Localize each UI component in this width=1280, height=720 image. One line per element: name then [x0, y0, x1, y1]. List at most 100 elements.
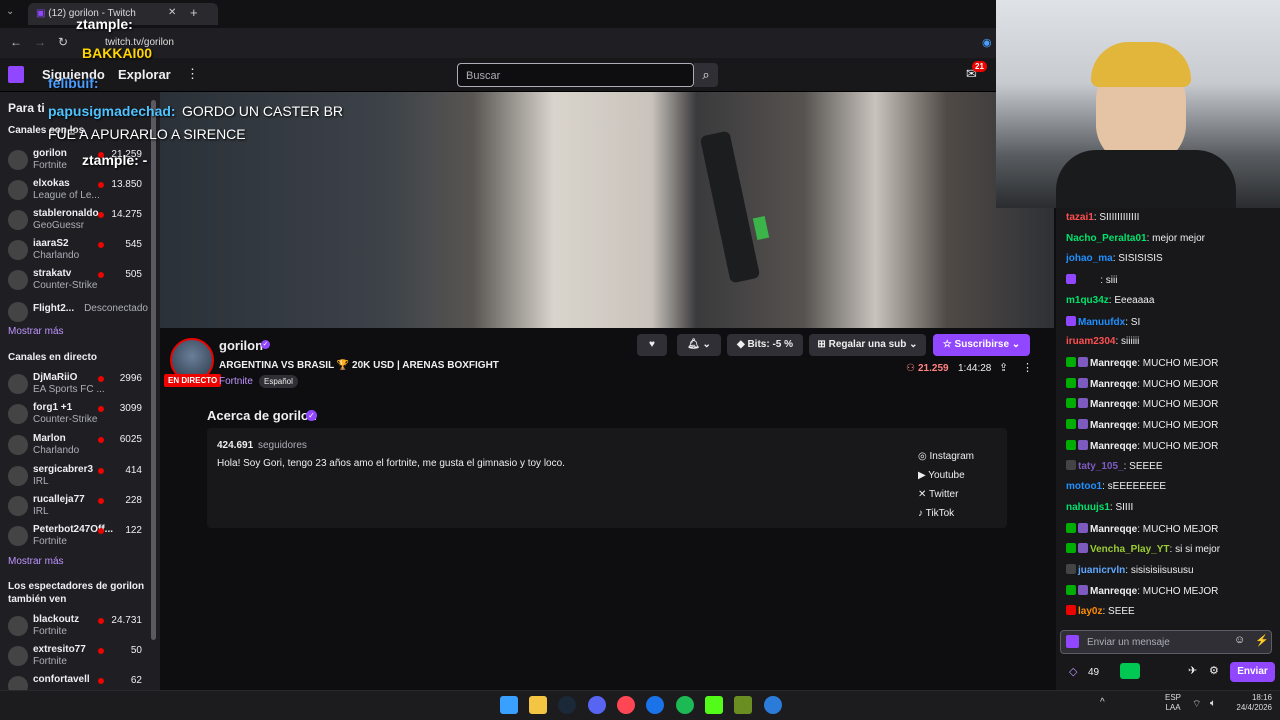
stream-game-link[interactable]: Fortnite: [219, 376, 253, 387]
bits-chat-icon[interactable]: ✈: [1188, 664, 1197, 677]
reload-icon[interactable]: ↻: [58, 35, 68, 49]
channel-points-count: 49: [1088, 667, 1100, 678]
chat-message: Manreqqe: MUCHO MEJOR: [1066, 398, 1276, 410]
sidebar-channel-rucalleja77[interactable]: rucalleja77 IRL 228: [6, 492, 152, 522]
social-tiktok[interactable]: ♪ TikTok: [918, 508, 954, 519]
notifications-bell-icon[interactable]: 🔔︎ ⌄: [677, 334, 721, 356]
about-heading: Acerca de gorilon: [207, 408, 317, 423]
sidebar-channel-strakatv[interactable]: strakatv Counter-Strike 505: [6, 266, 152, 296]
chat-username[interactable]: Manuufdx: [1078, 317, 1125, 328]
chat-username[interactable]: Nacho_Peralta01: [1066, 233, 1147, 244]
chat-username[interactable]: Vencha_Play_YT: [1090, 544, 1170, 555]
search-icon[interactable]: ⌕: [694, 63, 718, 87]
share-icon[interactable]: ⇪: [999, 361, 1008, 374]
send-button[interactable]: Enviar: [1230, 662, 1275, 682]
subscribe-label: Suscribirse: [954, 339, 1010, 350]
social-youtube[interactable]: ▶ Youtube: [918, 470, 965, 481]
language-indicator[interactable]: ESP LAA: [1165, 693, 1181, 713]
chrome-icon[interactable]: [646, 696, 664, 714]
sidebar-scrollbar[interactable]: [151, 100, 156, 640]
chat-username[interactable]: Manreqqe: [1090, 441, 1137, 452]
chat-username[interactable]: nahuujs1: [1066, 502, 1110, 513]
steam-icon[interactable]: [558, 696, 576, 714]
app-icon[interactable]: [617, 696, 635, 714]
chat-username[interactable]: Manreqqe: [1090, 399, 1137, 410]
show-more-live[interactable]: Mostrar más: [8, 556, 64, 567]
lang-2: LAA: [1165, 703, 1181, 712]
app-icon[interactable]: [764, 696, 782, 714]
language-tag[interactable]: Español: [259, 375, 298, 388]
spotify-icon[interactable]: [676, 696, 694, 714]
social-instagram[interactable]: ◎ Instagram: [918, 451, 974, 462]
tray-chevron-icon[interactable]: ^: [1100, 697, 1105, 708]
more-options-icon[interactable]: ⋮: [1022, 361, 1033, 374]
twitch-logo-icon[interactable]: [8, 66, 24, 83]
avatar: [8, 676, 28, 690]
chat-username[interactable]: m1qu34z: [1066, 295, 1109, 306]
emote-picker-icon[interactable]: ☺: [1234, 634, 1245, 646]
subscribe-button[interactable]: ☆ Suscribirse ⌄: [933, 334, 1030, 356]
back-icon[interactable]: ←: [10, 35, 22, 49]
new-tab-icon[interactable]: +: [190, 5, 198, 20]
sidebar-channel-elxokas[interactable]: elxokas League of Le... 13.850: [6, 176, 152, 206]
clock[interactable]: 18:16 24/4/2026: [1232, 693, 1272, 713]
social-twitter[interactable]: ✕ Twitter: [918, 489, 958, 500]
chat-username[interactable]: motoo1: [1066, 481, 1102, 492]
extension-icon[interactable]: ◉: [982, 36, 992, 49]
sidebar-channel-confortavell[interactable]: confortavell 62: [6, 672, 152, 690]
chat-message: Manreqqe: MUCHO MEJOR: [1066, 522, 1276, 535]
sidebar-channel-peterbot[interactable]: Peterbot247Off... Fortnite 122: [6, 522, 152, 552]
video-player[interactable]: [160, 92, 1054, 328]
sidebar-channel-iaaras2[interactable]: iaaraS2 Charlando 545: [6, 236, 152, 266]
kick-icon[interactable]: [705, 696, 723, 714]
sidebar-channel-blackoutz[interactable]: blackoutz Fortnite 24.731: [6, 612, 152, 642]
tab-list-icon[interactable]: ⌄: [6, 6, 14, 17]
follow-heart-icon[interactable]: ♥: [637, 334, 667, 356]
more-menu-icon[interactable]: ⋮: [186, 66, 199, 82]
sidebar-channel-stableronaldo[interactable]: stableronaldo GeoGuessr 14.275: [6, 206, 152, 236]
chat-username[interactable]: Manreqqe: [1090, 358, 1137, 369]
chat-username[interactable]: Manreqqe: [1090, 420, 1137, 431]
chat-username[interactable]: taty_105_: [1078, 461, 1124, 472]
settings-gear-icon[interactable]: ⚙: [1209, 664, 1219, 677]
wifi-icon[interactable]: ⌔: [1192, 698, 1201, 711]
hype-icon[interactable]: ⚡: [1255, 634, 1269, 647]
sidebar-channel-djmariio[interactable]: DjMaRiiO EA Sports FC ... 2996: [6, 370, 152, 400]
sidebar-channel-marlon[interactable]: Marlon Charlando 6025: [6, 431, 152, 461]
uptime: 1:44:28: [958, 363, 992, 374]
sidebar-channel-extresito77[interactable]: extresito77 Fortnite 50: [6, 642, 152, 672]
volume-icon[interactable]: 🔈︎: [1210, 698, 1216, 709]
channel-name[interactable]: gorilon: [219, 338, 263, 353]
tab-close-icon[interactable]: ✕: [168, 7, 176, 18]
bits-button[interactable]: ◆ Bits: -5 %: [727, 334, 803, 356]
chat-username[interactable]: johao_ma: [1066, 253, 1113, 264]
chat-username[interactable]: lay0z: [1078, 606, 1102, 617]
gift-sub-button[interactable]: ⊞ Regalar una sub ⌄: [809, 334, 926, 356]
chat-username[interactable]: [1078, 275, 1100, 286]
sidebar-channel-sergicabrer3[interactable]: sergicabrer3 IRL 414: [6, 462, 152, 492]
chat-username[interactable]: tazai1: [1066, 212, 1094, 223]
chat-text: Eeeaaaa: [1114, 294, 1155, 306]
discord-icon[interactable]: [588, 696, 606, 714]
chat-badge-icon[interactable]: [1066, 635, 1079, 648]
file-explorer-icon[interactable]: [529, 696, 547, 714]
windows-start-icon[interactable]: [500, 696, 518, 714]
bits-icon: ◆: [736, 339, 748, 350]
chat-username[interactable]: Manreqqe: [1090, 379, 1137, 390]
nav-browse[interactable]: Explorar: [118, 67, 171, 82]
bottle-label-shape: [752, 215, 770, 241]
forward-icon[interactable]: →: [34, 35, 46, 49]
chat-username[interactable]: juanicrvln: [1078, 565, 1125, 576]
sidebar-channel-flight[interactable]: Flight2... Desconectado: [6, 298, 152, 328]
app-icon[interactable]: [734, 696, 752, 714]
prediction-icon[interactable]: [1120, 663, 1140, 679]
followers-label: seguidores: [258, 440, 307, 451]
sidebar-channel-forg1[interactable]: forg1 +1 Counter-Strike 3099: [6, 400, 152, 430]
avatar: [8, 616, 28, 636]
show-more-recommended[interactable]: Mostrar más: [8, 326, 64, 337]
search-input[interactable]: Buscar: [457, 63, 694, 87]
channel-points-icon[interactable]: ◇: [1069, 665, 1077, 678]
chat-username[interactable]: Manreqqe: [1090, 524, 1137, 535]
chat-username[interactable]: iruam2304: [1066, 336, 1115, 347]
chat-username[interactable]: Manreqqe: [1090, 586, 1137, 597]
